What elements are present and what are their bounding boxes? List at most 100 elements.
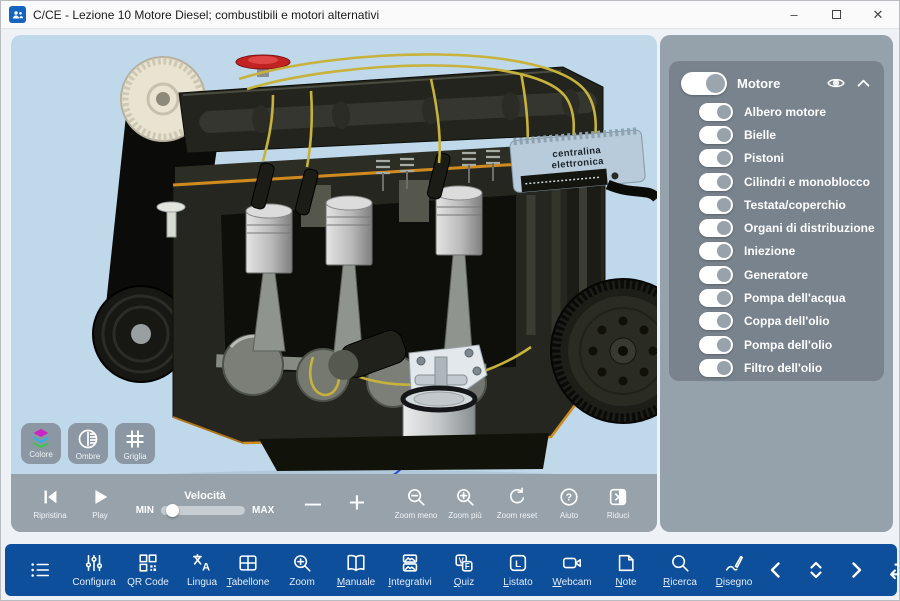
- toolbar-label: Listato: [503, 577, 532, 588]
- toggle-albero-motore[interactable]: [699, 103, 733, 121]
- window-controls: – ✕: [773, 1, 899, 28]
- zoom-in-button[interactable]: Zoom più: [443, 486, 487, 520]
- toolbar-button-webcam[interactable]: Webcam: [549, 544, 595, 596]
- toggle-testata-coperchio[interactable]: [699, 196, 733, 214]
- toolbar-label: Webcam: [552, 577, 591, 588]
- colore-button[interactable]: Colore: [21, 423, 61, 464]
- toolbar-button-manuale[interactable]: Manuale: [333, 544, 379, 596]
- speed-slider[interactable]: [161, 506, 245, 515]
- label-generatore: Generatore: [744, 268, 808, 282]
- window-title: C/CE - Lezione 10 Motore Diesel; combust…: [33, 8, 379, 22]
- listato-icon: L: [507, 552, 529, 574]
- label-albero-motore: Albero motore: [744, 105, 826, 119]
- speed-control: Velocità MIN MAX: [131, 490, 279, 516]
- play-button[interactable]: Play: [75, 486, 125, 520]
- toggle-coppa-dell-olio[interactable]: [699, 312, 733, 330]
- toggle-bielle[interactable]: [699, 126, 733, 144]
- sidebar-item-iniezione: Iniezione: [681, 240, 872, 263]
- toggle-cilindri-e-monoblocco[interactable]: [699, 173, 733, 191]
- toolbar-button-note[interactable]: Note: [603, 544, 649, 596]
- motore-toggle[interactable]: [681, 72, 727, 95]
- svg-text:L: L: [515, 559, 521, 570]
- toolbar-button-quiz[interactable]: VF Quiz: [441, 544, 487, 596]
- sidebar-item-albero-motore: Albero motore: [681, 100, 872, 123]
- griglia-button[interactable]: Griglia: [115, 423, 155, 464]
- app-icon: [9, 6, 26, 23]
- toolbar-label: Ricerca: [663, 577, 697, 588]
- toolbar-button-tabellone[interactable]: Tabellone: [225, 544, 271, 596]
- close-button[interactable]: ✕: [857, 1, 899, 28]
- grid-icon: [123, 427, 147, 451]
- quiz-icon: VF: [453, 552, 475, 574]
- maximize-button[interactable]: [815, 1, 857, 28]
- zoom-out-button[interactable]: Zoom meno: [393, 486, 439, 520]
- speed-slider-knob[interactable]: [166, 504, 179, 517]
- expand-collapse-button[interactable]: [797, 544, 835, 596]
- speed-title: Velocità: [184, 490, 226, 502]
- sidebar-item-cilindri-e-monoblocco: Cilindri e monoblocco: [681, 170, 872, 193]
- draw-icon: [723, 552, 745, 574]
- toggle-pompa-dell-acqua[interactable]: [699, 289, 733, 307]
- toggle-filtro-dell-olio[interactable]: [699, 359, 733, 377]
- search-icon: [669, 552, 691, 574]
- toggle-iniezione[interactable]: [699, 242, 733, 260]
- lang-icon: A: [191, 552, 213, 574]
- toggle-pistoni[interactable]: [699, 149, 733, 167]
- qr-icon: [137, 552, 159, 574]
- svg-text:A: A: [202, 561, 210, 573]
- toolbar-button-lingua[interactable]: ALingua: [179, 544, 225, 596]
- playback-bar: Ripristina Play Velocità MIN MAX – + Zoo…: [11, 474, 657, 532]
- sidebar-item-filtro-dell-olio: Filtro dell'olio: [681, 356, 872, 379]
- zoom-in-icon: [454, 486, 476, 508]
- label-cilindri-e-monoblocco: Cilindri e monoblocco: [744, 175, 870, 189]
- toolbar-button-configura[interactable]: Configura: [71, 544, 117, 596]
- restart-button[interactable]: Ripristina: [25, 486, 75, 520]
- exit-icon: [607, 486, 629, 508]
- toolbar-label: Zoom: [289, 577, 315, 588]
- toolbar-button-disegno[interactable]: Disegno: [711, 544, 757, 596]
- return-button[interactable]: [877, 544, 900, 596]
- book-icon: [345, 552, 367, 574]
- toolbar-button-bullet-list[interactable]: [17, 544, 63, 596]
- zoom-reset-button[interactable]: Zoom reset: [491, 486, 543, 520]
- zoom-out-icon: [405, 486, 427, 508]
- toolbar-label: Disegno: [716, 577, 753, 588]
- toolbar-label: QR Code: [127, 577, 169, 588]
- help-icon: ?: [558, 486, 580, 508]
- eye-icon[interactable]: [826, 73, 846, 93]
- sidebar-item-pistoni: Pistoni: [681, 147, 872, 170]
- help-button[interactable]: ? Aiuto: [547, 486, 591, 520]
- toolbar-button-listato[interactable]: L Listato: [495, 544, 541, 596]
- minimize-button[interactable]: –: [773, 1, 815, 28]
- label-filtro-dell-olio: Filtro dell'olio: [744, 361, 822, 375]
- minus-button[interactable]: –: [291, 489, 335, 518]
- prev-button[interactable]: [757, 544, 795, 596]
- motore-panel: Motore Albero motoreBiellePistoniCilindr…: [669, 61, 884, 381]
- toggle-organi-di-distribuzione[interactable]: [699, 219, 733, 237]
- label-coppa-dell-olio: Coppa dell'olio: [744, 314, 830, 328]
- overlay-label: Colore: [29, 450, 53, 459]
- toggle-generatore[interactable]: [699, 266, 733, 284]
- toolbar-button-qr-code[interactable]: QR Code: [125, 544, 171, 596]
- toolbar-button-zoom[interactable]: Zoom: [279, 544, 325, 596]
- collapse-chevron-icon[interactable]: [855, 75, 872, 92]
- label-bielle: Bielle: [744, 128, 776, 142]
- sidebar-item-coppa-dell-olio: Coppa dell'olio: [681, 310, 872, 333]
- toolbar-button-integrativi[interactable]: Integrativi: [387, 544, 433, 596]
- 3d-viewport[interactable]: centralina elettronica: [11, 35, 657, 532]
- toolbar-button-ricerca[interactable]: Ricerca: [657, 544, 703, 596]
- plus-button[interactable]: +: [335, 489, 379, 518]
- overlay-label: Ombre: [76, 452, 100, 461]
- toolbar-label: Quiz: [454, 577, 475, 588]
- zoom-plus-icon: [291, 552, 313, 574]
- svg-text:?: ?: [566, 493, 572, 504]
- webcam-icon: [561, 552, 583, 574]
- label-pompa-dell-acqua: Pompa dell'acqua: [744, 291, 846, 305]
- toolbar-label: Manuale: [337, 577, 375, 588]
- reduce-button[interactable]: Riduci: [593, 486, 643, 520]
- next-button[interactable]: [837, 544, 875, 596]
- sidebar-item-pompa-dell-acqua: Pompa dell'acqua: [681, 286, 872, 309]
- ombre-button[interactable]: Ombre: [68, 423, 108, 464]
- toggle-pompa-dell-olio[interactable]: [699, 336, 733, 354]
- overlay-label: Griglia: [123, 452, 146, 461]
